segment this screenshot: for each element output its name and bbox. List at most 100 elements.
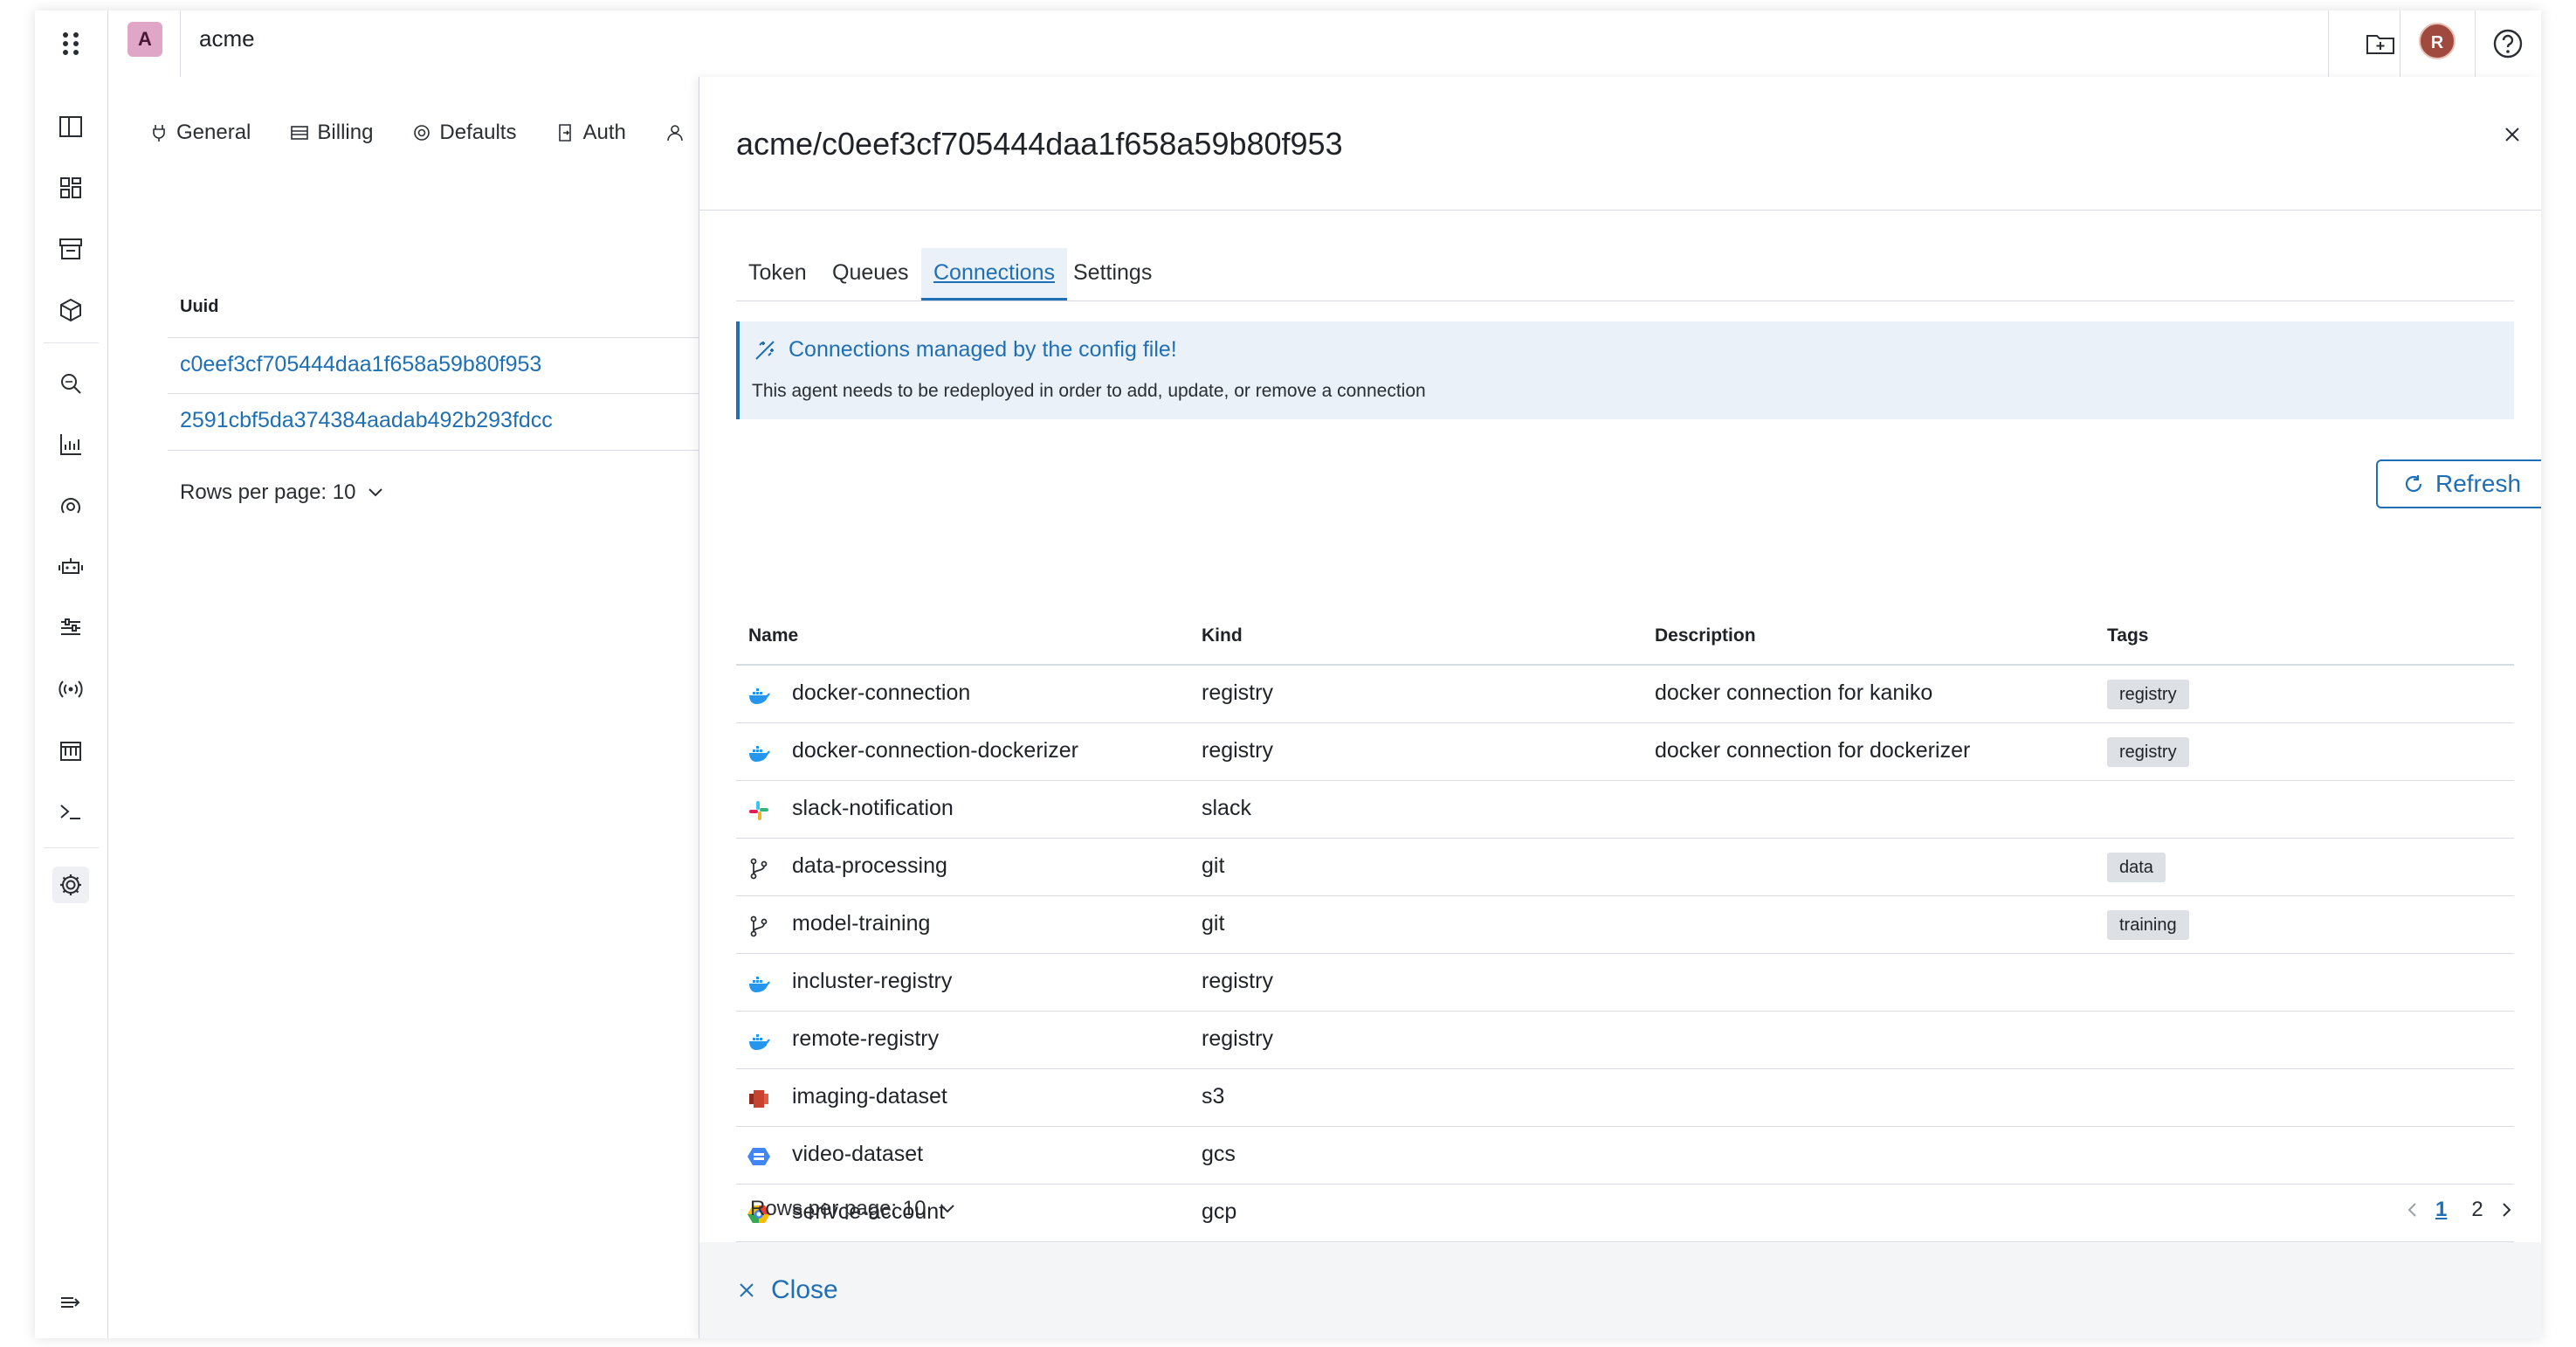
column-header-description[interactable]: Description (1655, 625, 1756, 646)
broadcast-icon (59, 680, 83, 698)
git-branch-icon (747, 856, 771, 881)
sidebar-item-settings[interactable] (52, 867, 89, 903)
connection-kind: git (1202, 911, 1225, 936)
table-row[interactable]: model-training git training (736, 896, 2514, 954)
table-row[interactable]: docker-connection registry docker connecti… (736, 666, 2514, 723)
tab-auth[interactable]: Auth (554, 115, 626, 150)
tag-badge[interactable]: registry (2107, 680, 2189, 709)
close-label: Close (771, 1275, 838, 1304)
sidebar-item-search[interactable] (52, 365, 89, 402)
sidebar-item-dashboard[interactable] (52, 169, 89, 206)
folder-add-icon[interactable] (2363, 26, 2398, 61)
connection-kind: registry (1202, 1026, 1273, 1051)
table-row[interactable]: imaging-dataset s3 (736, 1069, 2514, 1127)
tab-defaults[interactable]: Defaults (411, 115, 516, 150)
connection-kind: registry (1202, 738, 1273, 763)
user-avatar[interactable]: R (2419, 23, 2455, 59)
tag-badge[interactable]: data (2107, 853, 2166, 882)
divider (699, 210, 2541, 211)
dashboard-icon (60, 177, 81, 198)
uuid-link[interactable]: 2591cbf5da374384aadab492b293fdcc (180, 408, 553, 433)
tab-general[interactable]: General (148, 115, 251, 150)
callout-text: This agent needs to be redeployed in ord… (752, 381, 1426, 401)
close-button[interactable]: Close (736, 1275, 838, 1305)
sidebar-item-components[interactable] (52, 292, 89, 328)
sidebar (35, 77, 108, 1338)
tab-queues[interactable]: Queues (820, 248, 921, 300)
refresh-icon (2405, 475, 2422, 493)
close-icon[interactable] (2498, 121, 2526, 149)
refresh-button[interactable]: Refresh (2376, 459, 2541, 508)
agent-drawer: acme/c0eef3cf705444daa1f658a59b80f953 To… (699, 77, 2541, 1338)
terminal-icon (60, 805, 80, 819)
panel-icon (59, 116, 82, 137)
page-2[interactable]: 2 (2471, 1198, 2483, 1222)
docker-icon (747, 741, 771, 765)
tab-label: Auth (582, 121, 626, 144)
connection-name: model-training (792, 911, 931, 936)
sidebar-item-analytics[interactable] (52, 426, 89, 463)
divider (2328, 10, 2329, 77)
tab-billing[interactable]: Billing (289, 115, 373, 150)
connection-description: docker connection for dockerizer (1655, 738, 1971, 763)
table-row[interactable]: 2591cbf5da374384aadab492b293fdcc (168, 393, 709, 451)
table-row[interactable]: serivce-account gcp (736, 1185, 2514, 1242)
sidebar-item-panels[interactable] (52, 108, 89, 145)
docker-icon (747, 1029, 771, 1053)
tag-badge[interactable]: registry (2107, 737, 2189, 767)
gear-icon (60, 874, 81, 895)
table-row[interactable]: slack-notification slack (736, 781, 2514, 839)
table-row[interactable]: docker-connection-dockerizer registry dock… (736, 723, 2514, 781)
chevron-right-icon[interactable] (2496, 1199, 2517, 1220)
sidebar-expand[interactable] (52, 1284, 89, 1321)
sidebar-item-terminal[interactable] (52, 793, 89, 830)
expand-icon (61, 1297, 80, 1308)
sidebar-item-registry[interactable] (52, 732, 89, 769)
connection-kind: registry (1202, 680, 1273, 705)
tag-badge[interactable]: training (2107, 910, 2189, 940)
connections-table: Name Kind Description Tags docker-connec… (736, 606, 2514, 1242)
chevron-left-icon[interactable] (2402, 1199, 2423, 1220)
divider (44, 847, 99, 848)
help-icon[interactable] (2490, 26, 2525, 61)
info-callout: Connections managed by the config file! … (736, 321, 2514, 419)
table-row[interactable]: video-dataset gcs (736, 1127, 2514, 1185)
sidebar-item-hub[interactable] (52, 487, 89, 524)
tab-label: Billing (317, 121, 374, 144)
table-row[interactable]: data-processing git data (736, 839, 2514, 896)
drawer-footer: Close (699, 1242, 2541, 1338)
connection-kind: gcp (1202, 1199, 1237, 1224)
rows-per-page-label: Rows per page: 10 (180, 480, 356, 504)
rows-per-page-label: Rows per page: 10 (750, 1197, 926, 1220)
connection-kind: registry (1202, 969, 1273, 993)
table-row[interactable]: remote-registry registry (736, 1012, 2514, 1069)
connection-name: docker-connection-dockerizer (792, 738, 1078, 763)
sidebar-item-settings-sliders[interactable] (52, 610, 89, 646)
divider (2475, 10, 2476, 77)
column-header-tags[interactable]: Tags (2107, 625, 2148, 646)
column-header-name[interactable]: Name (748, 625, 798, 646)
close-icon (740, 1283, 754, 1297)
rows-per-page-select[interactable]: Rows per page: 10 (180, 480, 385, 505)
sidebar-item-agents[interactable] (52, 549, 89, 585)
uuid-link[interactable]: c0eef3cf705444daa1f658a59b80f953 (180, 352, 541, 377)
page-1[interactable]: 1 (2435, 1198, 2447, 1222)
connection-name: data-processing (792, 853, 947, 878)
sidebar-item-projects[interactable] (52, 231, 89, 267)
table-row[interactable]: incluster-registry registry (736, 954, 2514, 1012)
org-name[interactable]: acme (199, 25, 255, 52)
divider (107, 10, 108, 77)
column-header-kind[interactable]: Kind (1202, 625, 1243, 646)
apps-grid-icon[interactable] (58, 26, 84, 61)
rows-per-page-select[interactable]: Rows per page: 10 (750, 1197, 957, 1221)
tab-connections[interactable]: Connections (921, 248, 1067, 300)
org-badge[interactable]: A (127, 22, 162, 57)
tab-members[interactable] (665, 115, 692, 150)
app-window: A acme R General Billing Defaults Auth U… (35, 10, 2541, 1338)
tab-token[interactable]: Token (736, 248, 819, 300)
sidebar-item-streams[interactable] (52, 671, 89, 708)
chart-icon (60, 434, 81, 455)
table-row[interactable]: c0eef3cf705444daa1f658a59b80f953 (168, 337, 709, 394)
tab-settings[interactable]: Settings (1061, 248, 1164, 300)
settings-tabs: General Billing Defaults Auth (108, 115, 692, 150)
